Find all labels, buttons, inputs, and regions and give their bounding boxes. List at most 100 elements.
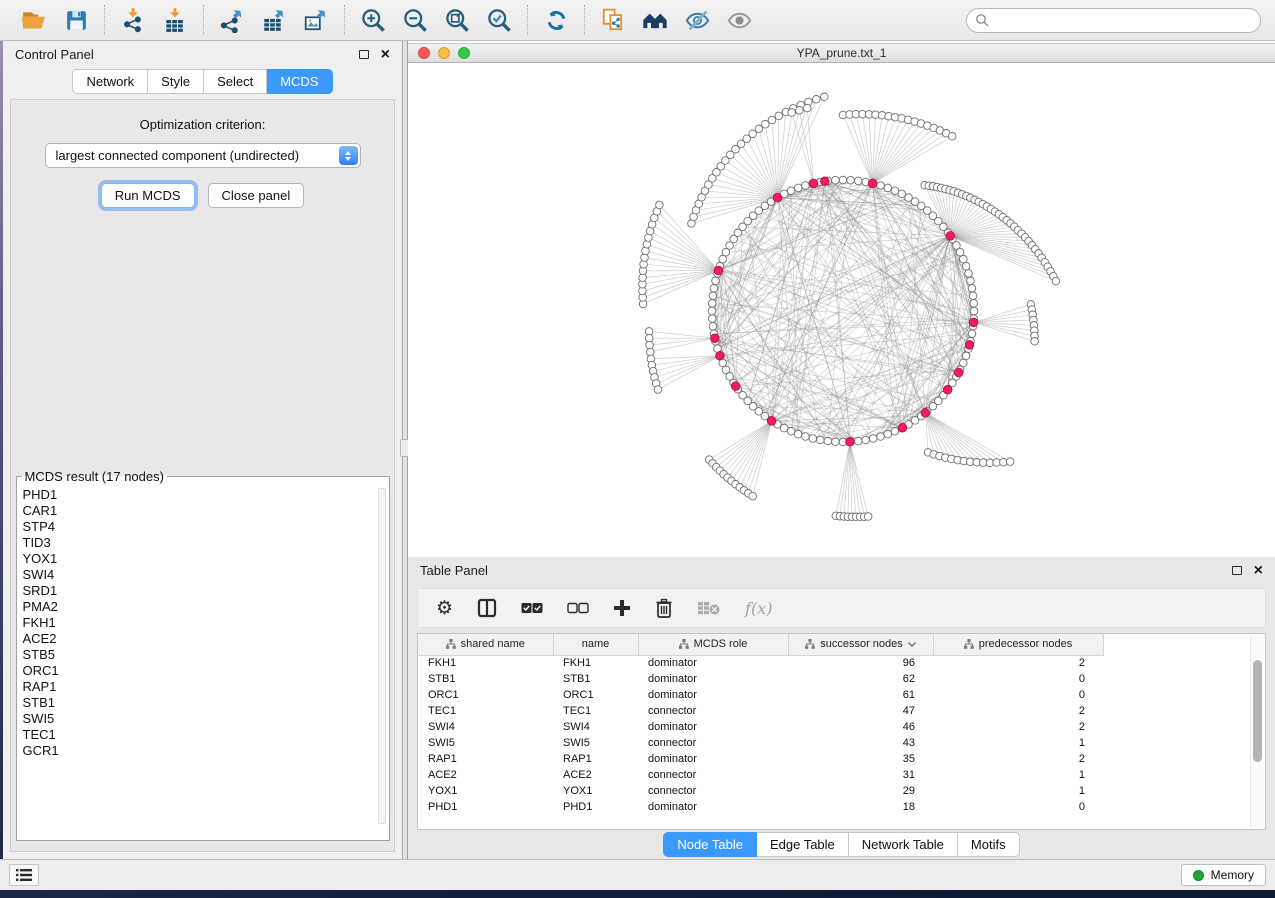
close-panel-icon[interactable]: × — [1254, 566, 1263, 576]
settings-gear-icon[interactable]: ⚙ — [436, 599, 453, 618]
list-item[interactable]: YOX1 — [23, 551, 389, 567]
control-panel: Control Panel × Network Style Select MCD… — [3, 41, 403, 859]
zoom-selected-button[interactable] — [484, 5, 514, 35]
list-item[interactable]: SRD1 — [23, 583, 389, 599]
list-item[interactable]: STB5 — [23, 647, 389, 663]
mcds-list-scrollbar[interactable] — [378, 488, 386, 824]
node-table[interactable]: shared name name MCDS role successor nod… — [418, 634, 1253, 815]
list-item[interactable]: RAP1 — [23, 679, 389, 695]
table-row[interactable]: ORC1ORC1dominator610 — [418, 687, 1253, 703]
column-header-name[interactable]: name — [553, 634, 638, 655]
import-network-icon — [120, 7, 146, 33]
float-panel-icon[interactable] — [359, 50, 369, 59]
list-item[interactable]: CAR1 — [23, 503, 389, 519]
close-window-icon[interactable] — [418, 47, 430, 59]
open-folder-icon — [21, 7, 47, 33]
column-header-predecessor-nodes[interactable]: predecessor nodes — [933, 634, 1103, 655]
column-header-shared-name[interactable]: shared name — [418, 634, 553, 655]
table-row[interactable]: FKH1FKH1dominator962 — [418, 655, 1253, 671]
export-table-button[interactable] — [259, 5, 289, 35]
list-item[interactable]: GCR1 — [23, 743, 389, 759]
list-item[interactable]: PMA2 — [23, 599, 389, 615]
memory-button[interactable]: Memory — [1181, 864, 1266, 886]
control-panel-title: Control Panel — [15, 47, 94, 62]
tab-motifs[interactable]: Motifs — [958, 832, 1020, 857]
search-input[interactable] — [966, 8, 1261, 33]
import-table-button[interactable] — [160, 5, 190, 35]
show-columns-icon[interactable] — [477, 598, 497, 618]
toolbar-group-refresh — [527, 5, 584, 35]
tab-mcds[interactable]: MCDS — [267, 69, 332, 94]
table-scrollbar[interactable] — [1250, 636, 1263, 827]
scrollbar-thumb[interactable] — [1253, 660, 1262, 762]
run-mcds-button[interactable]: Run MCDS — [101, 183, 195, 208]
list-item[interactable]: FKH1 — [23, 615, 389, 631]
hide-selected-button[interactable] — [682, 5, 712, 35]
list-icon — [16, 869, 32, 881]
table-row[interactable]: SWI5SWI5connector431 — [418, 735, 1253, 751]
zoom-out-button[interactable] — [400, 5, 430, 35]
first-neighbors-button[interactable] — [640, 5, 670, 35]
add-column-icon[interactable] — [613, 599, 631, 617]
list-item[interactable]: SWI5 — [23, 711, 389, 727]
list-item[interactable]: PHD1 — [23, 487, 389, 503]
node-table-wrap: shared name name MCDS role successor nod… — [417, 633, 1266, 830]
minimize-window-icon[interactable] — [438, 47, 450, 59]
list-item[interactable]: SWI4 — [23, 567, 389, 583]
export-image-button[interactable] — [301, 5, 331, 35]
table-row[interactable]: STB1STB1dominator620 — [418, 671, 1253, 687]
refresh-button[interactable] — [541, 5, 571, 35]
select-all-icon[interactable] — [521, 602, 543, 614]
export-image-icon — [303, 7, 329, 33]
column-header-successor-nodes[interactable]: successor nodes — [788, 634, 933, 655]
list-item[interactable]: TID3 — [23, 535, 389, 551]
list-item[interactable]: TEC1 — [23, 727, 389, 743]
delete-column-icon[interactable] — [655, 598, 673, 618]
toolbar-group-view — [584, 5, 767, 35]
tab-select[interactable]: Select — [204, 69, 267, 94]
zoom-fit-button[interactable] — [442, 5, 472, 35]
table-panel-title: Table Panel — [420, 563, 488, 578]
network-graph[interactable] — [408, 63, 1275, 556]
list-item[interactable]: STB1 — [23, 695, 389, 711]
column-header-mcds-role[interactable]: MCDS role — [638, 634, 788, 655]
table-row[interactable]: YOX1YOX1connector291 — [418, 783, 1253, 799]
tab-style[interactable]: Style — [148, 69, 204, 94]
table-row[interactable]: ACE2ACE2connector311 — [418, 767, 1253, 783]
float-panel-icon[interactable] — [1232, 566, 1242, 575]
traffic-lights — [408, 47, 470, 59]
main-toolbar — [0, 0, 1275, 41]
tab-node-table[interactable]: Node Table — [663, 832, 757, 857]
save-session-button[interactable] — [61, 5, 91, 35]
list-item[interactable]: STP4 — [23, 519, 389, 535]
close-panel-button[interactable]: Close panel — [208, 183, 305, 208]
tab-network[interactable]: Network — [72, 69, 148, 94]
function-builder-icon: f(x) — [745, 599, 772, 618]
duplicate-network-button[interactable] — [598, 5, 628, 35]
list-item[interactable]: ACE2 — [23, 631, 389, 647]
mcds-result-box: MCDS result (17 nodes) PHD1 CAR1 STP4 TI… — [16, 469, 390, 841]
network-canvas[interactable] — [408, 63, 1275, 557]
memory-status-icon — [1193, 870, 1204, 881]
tab-edge-table[interactable]: Edge Table — [757, 832, 849, 857]
import-network-button[interactable] — [118, 5, 148, 35]
export-network-button[interactable] — [217, 5, 247, 35]
list-item[interactable]: ORC1 — [23, 663, 389, 679]
table-row[interactable]: RAP1RAP1dominator352 — [418, 751, 1253, 767]
mcds-result-list[interactable]: PHD1 CAR1 STP4 TID3 YOX1 SWI4 SRD1 PMA2 … — [17, 484, 389, 824]
tab-network-table[interactable]: Network Table — [849, 832, 958, 857]
table-row[interactable]: SWI4SWI4dominator462 — [418, 719, 1253, 735]
optimization-criterion-select[interactable]: largest connected component (undirected) — [45, 143, 361, 168]
mcds-buttons-row: Run MCDS Close panel — [101, 183, 304, 208]
task-history-button[interactable] — [9, 864, 39, 886]
deselect-all-icon[interactable] — [567, 602, 589, 614]
maximize-window-icon[interactable] — [458, 47, 470, 59]
close-panel-icon[interactable]: × — [381, 50, 390, 60]
toolbar-group-export — [203, 5, 344, 35]
show-all-button[interactable] — [724, 5, 754, 35]
table-row[interactable]: PHD1PHD1dominator180 — [418, 799, 1253, 815]
open-file-button[interactable] — [19, 5, 49, 35]
control-panel-titlebar: Control Panel × — [3, 41, 402, 68]
table-row[interactable]: TEC1TEC1connector472 — [418, 703, 1253, 719]
zoom-in-button[interactable] — [358, 5, 388, 35]
